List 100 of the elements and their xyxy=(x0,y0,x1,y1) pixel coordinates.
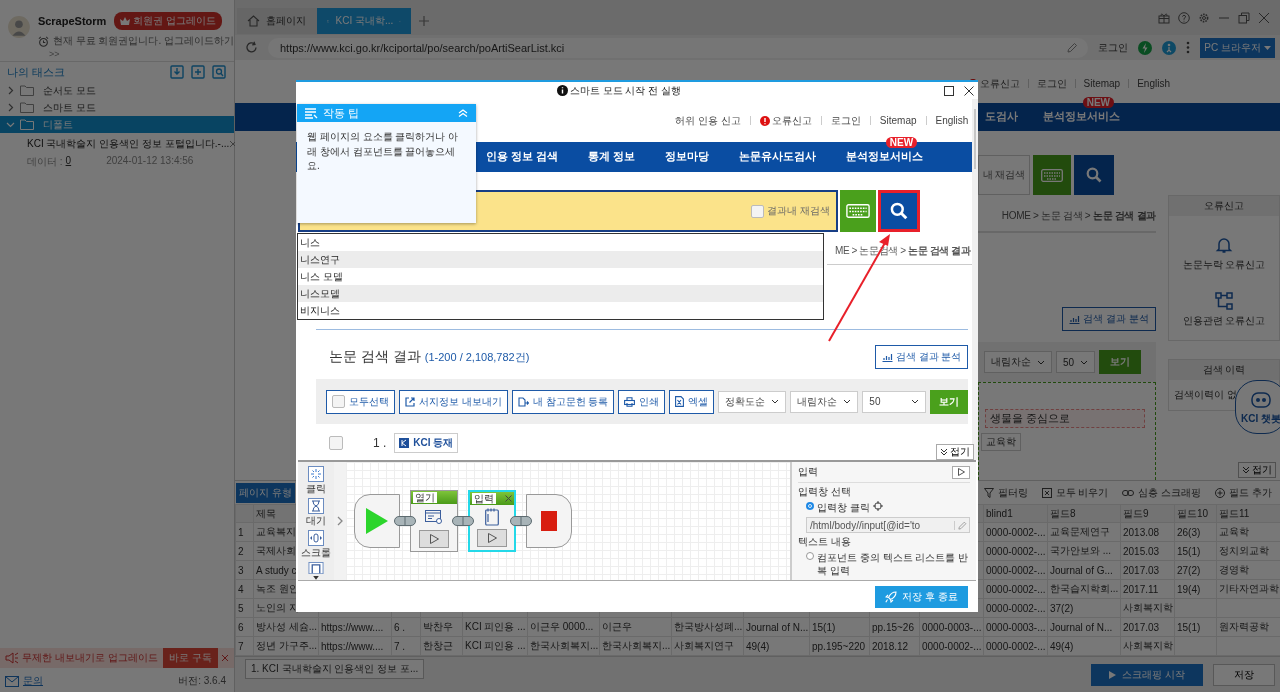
column-header[interactable]: 필드11 xyxy=(1216,504,1280,523)
folder-item[interactable]: 디폴트 xyxy=(0,116,234,133)
save-and-exit-button[interactable]: 저장 후 종료 xyxy=(875,585,968,608)
close-icon[interactable] xyxy=(964,85,974,96)
select-field[interactable]: 정확도순 xyxy=(718,390,787,413)
contact-link[interactable]: 문의 xyxy=(23,674,43,688)
subscribe-button[interactable]: 바로 구독 xyxy=(163,648,218,668)
toolbar-button[interactable]: 인쇄 xyxy=(618,389,666,414)
folder-item[interactable]: 순서도 모드 xyxy=(0,82,234,99)
search-button[interactable] xyxy=(878,190,920,232)
browser-tab[interactable]: KCI 국내학... xyxy=(317,8,411,34)
play-button[interactable] xyxy=(477,529,507,547)
nav-item[interactable]: 논문유사도검사 xyxy=(739,149,817,164)
restore-icon[interactable] xyxy=(1238,11,1250,24)
url-field[interactable]: https://www.kci.go.kr/kciportal/po/search/poArtiSearList.kci xyxy=(268,37,1089,58)
upgrade-button[interactable]: 회원권 업그레이드 xyxy=(114,12,223,30)
option-label[interactable]: 입력창 클릭 xyxy=(817,501,870,515)
sort-select[interactable]: 내림차순 xyxy=(984,351,1052,373)
accessibility-icon[interactable] xyxy=(1162,40,1177,55)
task-tab[interactable]: 1. KCI 국내학술지 인용색인 정보 포... xyxy=(245,659,425,679)
view-button[interactable]: 보기 xyxy=(930,389,969,414)
help-icon[interactable] xyxy=(1178,11,1190,24)
nav-item[interactable]: NEW 분석정보서비스 xyxy=(1043,97,1120,124)
browser-mode-button[interactable]: PC 브라우저 xyxy=(1200,37,1275,58)
nav-item[interactable]: 인용 정보 검색 xyxy=(486,149,559,164)
more-icon[interactable] xyxy=(1186,41,1191,54)
collapse-button[interactable]: 접기 xyxy=(1238,462,1276,478)
loop-icon[interactable] xyxy=(308,562,324,575)
nav-item[interactable]: 정보마당 xyxy=(665,149,710,164)
top-link[interactable]: 허위 인용 신고 xyxy=(675,113,741,128)
pencil-icon[interactable] xyxy=(957,520,967,530)
toolbar-button[interactable]: 엑셀 xyxy=(669,389,715,414)
option-label[interactable]: 컴포넌트 중의 텍스트 리스트를 반복 입력 xyxy=(817,551,970,577)
view-button[interactable]: 보기 xyxy=(1099,350,1142,374)
scrollbar[interactable] xyxy=(972,99,978,460)
page-type-tab[interactable]: 페이지 유형 xyxy=(236,482,295,503)
analysis-button[interactable]: 검색 결과 분석 xyxy=(874,345,969,369)
end-block[interactable] xyxy=(526,494,572,548)
refresh-icon[interactable] xyxy=(245,41,258,54)
radio-button[interactable] xyxy=(806,502,814,510)
save-button[interactable]: 저장 xyxy=(1213,663,1275,686)
tool-item[interactable]: 클릭 xyxy=(306,466,326,496)
select-field[interactable]: 50 xyxy=(862,390,927,413)
add-icon[interactable] xyxy=(191,65,205,79)
crosshair-icon[interactable] xyxy=(872,501,883,511)
checkbox[interactable] xyxy=(751,204,765,218)
radio-button[interactable] xyxy=(806,552,814,560)
top-link[interactable]: Sitemap xyxy=(879,115,917,126)
report-item[interactable]: 인용관련 오류신고 xyxy=(1182,292,1266,328)
toolbar-button[interactable]: 내 참고문헌 등록 xyxy=(511,389,615,414)
top-link[interactable]: 로그인 xyxy=(1036,76,1067,91)
toolbar-item[interactable]: 필드 추가 xyxy=(1215,485,1272,500)
column-header[interactable]: 필드9 xyxy=(1120,504,1175,523)
play-button[interactable] xyxy=(419,530,449,548)
column-header[interactable]: 필드8 xyxy=(1047,504,1121,523)
toolbar-button[interactable]: 서지정보 내보내기 xyxy=(399,389,508,414)
browser-tab[interactable]: 홈페이지 xyxy=(237,8,317,34)
suggestion-item[interactable]: 니스 xyxy=(298,234,823,251)
collapse-icon[interactable] xyxy=(458,109,468,117)
suggestion-item[interactable]: 니스 모델 xyxy=(298,268,823,285)
new-tab-icon[interactable] xyxy=(419,16,429,26)
chatbot-button[interactable]: KCI 챗봇 xyxy=(1235,380,1280,434)
folder-item[interactable]: 스마트 모드 xyxy=(0,99,234,116)
toolbar-button[interactable]: 모두선택 xyxy=(326,389,395,414)
column-header[interactable]: blind1 xyxy=(983,504,1048,523)
lightning-icon[interactable] xyxy=(1138,40,1153,55)
data-count[interactable]: 0 xyxy=(65,155,72,169)
top-link[interactable]: 로그인 xyxy=(830,113,861,128)
top-link[interactable]: Sitemap xyxy=(1083,78,1121,89)
toolbar-item[interactable]: 모두 비우기 xyxy=(1041,485,1109,500)
expand-toggle[interactable]: >> xyxy=(49,49,60,59)
nav-item[interactable]: 도검사 xyxy=(985,109,1018,124)
research-button[interactable]: 내 재검색 xyxy=(978,155,1030,195)
top-link[interactable]: English xyxy=(1137,78,1170,89)
gift-icon[interactable] xyxy=(1158,11,1170,24)
settings-icon[interactable] xyxy=(1198,11,1210,24)
suggestion-item[interactable]: 비지니스 xyxy=(298,302,823,319)
maximize-icon[interactable] xyxy=(944,85,954,96)
keyboard-button[interactable] xyxy=(1033,155,1071,195)
column-header[interactable]: 필드10 xyxy=(1174,504,1217,523)
xpath-field[interactable]: /html/body//input[@id='to xyxy=(806,517,970,533)
play-button[interactable] xyxy=(952,465,970,479)
task-title[interactable]: KCI 국내학술지 인용색인 정보 포털입니다.-... xyxy=(27,137,230,151)
login-link[interactable]: 로그인 xyxy=(1098,40,1129,55)
checkbox[interactable] xyxy=(332,395,345,408)
checkbox[interactable] xyxy=(329,436,343,450)
analysis-button[interactable]: 검색 결과 분석 xyxy=(1062,307,1156,331)
size-select[interactable]: 50 xyxy=(1056,351,1096,373)
suggestion-item[interactable]: 니스연구 xyxy=(298,251,823,268)
suggestion-item[interactable]: 니스모델 xyxy=(298,285,823,302)
start-block[interactable] xyxy=(354,494,400,548)
select-field[interactable]: 내림차순 xyxy=(790,390,859,413)
pencil-icon[interactable] xyxy=(1066,41,1079,54)
chevron-right-icon[interactable] xyxy=(337,516,343,526)
search-icon[interactable] xyxy=(212,65,226,79)
search-button[interactable] xyxy=(1074,155,1114,195)
toolbar-item[interactable]: 심층 스크래핑 xyxy=(1122,485,1202,500)
report-item[interactable]: 논문누락 오류신고 xyxy=(1182,236,1266,272)
top-link[interactable]: English xyxy=(935,115,969,126)
nav-item[interactable]: NEW 분석정보서비스 xyxy=(846,137,924,164)
